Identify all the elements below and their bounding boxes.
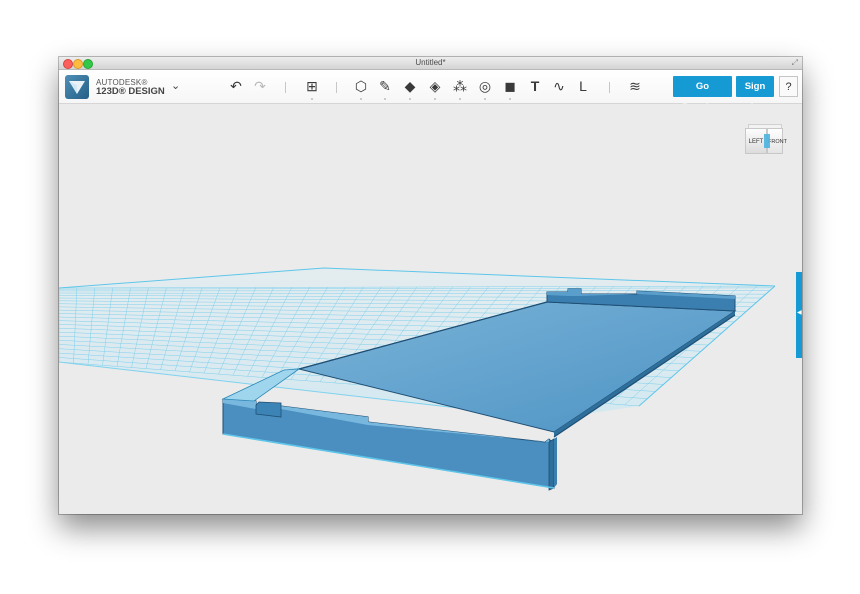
sketch-icon[interactable]: ⬡ — [351, 76, 371, 100]
fullscreen-icon[interactable]: ⤢ — [792, 58, 798, 68]
window-title: Untitled* — [415, 58, 446, 67]
go-premium-button[interactable]: Go Premium — [673, 76, 732, 113]
redo-icon[interactable]: ↷ — [250, 76, 270, 96]
combine-icon[interactable]: ◼ — [500, 76, 520, 100]
toolbar-separator — [285, 82, 286, 93]
main-toolbar: AUTODESK® 123D® DESIGN ⌄ ↶ ↷ ⊞ ⬡ ✎ ◆ ◈ ⁂… — [59, 70, 802, 113]
pattern-icon[interactable]: ◈ — [425, 76, 445, 100]
view-cube-highlight — [764, 134, 770, 148]
snap-icon[interactable]: ◎ — [475, 76, 495, 100]
title-bar: Untitled* ⤢ — [59, 57, 802, 70]
sign-in-button[interactable]: Sign In — [736, 76, 774, 113]
materials-icon[interactable]: L — [573, 76, 593, 96]
app-logo-icon — [65, 75, 89, 99]
3d-viewport[interactable]: LEFT FRONT ◀ — [59, 104, 802, 514]
toolbar-separator — [609, 82, 610, 93]
construct-icon[interactable]: ✎ — [375, 76, 395, 100]
grouping-icon[interactable]: ⁂ — [450, 76, 470, 100]
view-cube[interactable]: LEFT FRONT — [745, 124, 787, 158]
brand-name: AUTODESK® 123D® DESIGN — [96, 78, 165, 96]
chevron-down-icon[interactable]: ⌄ — [171, 79, 180, 92]
brand-line-2: 123D® DESIGN — [96, 86, 165, 97]
layers-icon[interactable]: ≋ — [625, 76, 645, 96]
app-window: Untitled* ⤢ AUTODESK® 123D® DESIGN ⌄ ↶ ↷… — [59, 57, 802, 514]
undo-icon[interactable]: ↶ — [226, 76, 246, 96]
text-icon[interactable]: T — [525, 76, 545, 96]
side-panel-toggle[interactable]: ◀ — [796, 272, 802, 358]
measure-icon[interactable]: ∿ — [549, 76, 569, 96]
modify-icon[interactable]: ◆ — [400, 76, 420, 100]
chevron-left-icon: ◀ — [797, 310, 802, 316]
add-primitive-icon[interactable]: ⊞ — [302, 76, 322, 100]
scene-canvas[interactable] — [59, 104, 802, 514]
toolbar-separator — [336, 82, 337, 93]
help-button[interactable]: ? — [779, 76, 798, 97]
